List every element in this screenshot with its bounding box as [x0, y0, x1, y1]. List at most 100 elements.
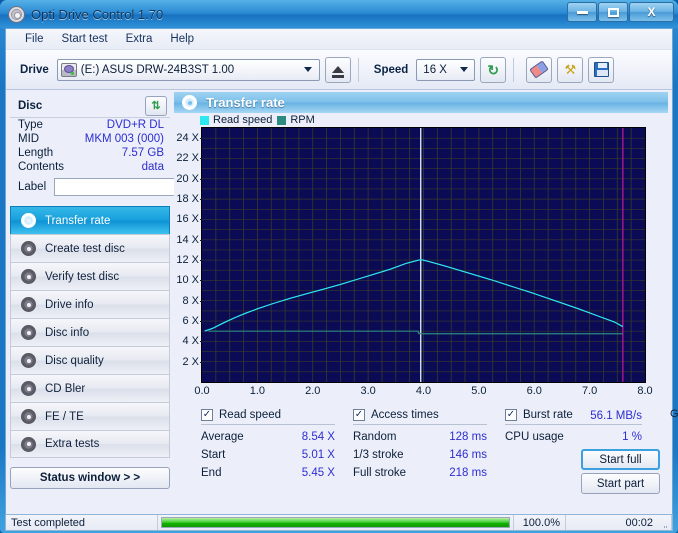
menu-item-help[interactable]: Help	[161, 31, 203, 47]
sidebar-item-verify-test-disc[interactable]: Verify test disc	[10, 262, 170, 290]
sidebar-item-label: FE / TE	[45, 410, 84, 423]
access-times-label: Access times	[370, 409, 439, 421]
x-axis-tick: 3.0	[360, 385, 376, 397]
end-key: End	[201, 467, 222, 479]
y-axis-tick: 6 X	[182, 315, 203, 328]
disc-row-mid: MID MKM 003 (000)	[10, 132, 170, 146]
y-axis-tick: 18 X	[176, 193, 203, 206]
title-bar: Opti Drive Control 1.70 X	[0, 0, 678, 28]
status-window-button[interactable]: Status window > >	[10, 467, 170, 489]
sidebar-item-drive-info[interactable]: Drive info	[10, 290, 170, 318]
disc-quality-icon	[21, 353, 36, 368]
read-speed-header: ✓ Read speed	[201, 409, 353, 424]
x-axis-tick: 1.0	[249, 385, 266, 397]
sidebar-item-disc-quality[interactable]: Disc quality	[10, 346, 170, 374]
stats-access-times: ✓ Access times Random 128 ms 1/3 stroke …	[352, 409, 505, 494]
disc-refresh-button[interactable]: ⇅	[145, 95, 167, 116]
divider	[504, 424, 642, 425]
drive-select[interactable]: (E:) ASUS DRW-24B3ST 1.00	[56, 58, 320, 81]
save-button[interactable]	[588, 56, 615, 83]
window-title: Opti Drive Control 1.70	[31, 6, 164, 22]
start-full-button[interactable]: Start full	[581, 449, 660, 470]
legend-swatch-rpm	[277, 115, 287, 125]
start-part-wrap: Start part	[505, 470, 660, 494]
menu-bar: File Start test Extra Help	[6, 29, 672, 50]
disc-type-value: DVD+R DL	[106, 119, 164, 131]
disc-type-key: Type	[18, 119, 43, 131]
content-area: Transfer rate Read speed RPM 2 X4 X 6 X …	[174, 90, 678, 520]
sidebar-item-label: Disc info	[45, 326, 90, 339]
stat-row-third-stroke: 1/3 stroke 146 ms	[353, 446, 505, 464]
speed-select[interactable]: 16 X	[416, 58, 476, 81]
sidebar-item-label: Extra tests	[45, 438, 100, 450]
x-axis-tick: 8.0	[637, 385, 653, 397]
tools-button[interactable]: ⚒	[557, 56, 584, 83]
menu-item-file[interactable]: File	[16, 31, 53, 47]
menu-item-start-test[interactable]: Start test	[53, 31, 117, 47]
maximize-button[interactable]	[598, 2, 628, 22]
x-axis-tick: 6.0	[526, 385, 542, 397]
legend-label-read-speed: Read speed	[213, 114, 273, 126]
minimize-button[interactable]	[567, 2, 597, 22]
disc-contents-key: Contents	[18, 161, 65, 173]
disc-row-label: Label	[10, 174, 264, 201]
start-part-button[interactable]: Start part	[581, 473, 660, 494]
divider	[201, 424, 335, 425]
menu-item-extra[interactable]: Extra	[117, 31, 162, 47]
burst-rate-value: 56.1 MB/s	[590, 410, 642, 422]
read-speed-checkbox[interactable]: ✓	[201, 409, 213, 421]
erase-button[interactable]	[526, 56, 553, 83]
disc-contents-value: data	[141, 161, 164, 173]
maximize-icon	[607, 7, 619, 17]
minimize-icon	[576, 10, 588, 14]
chevron-down-icon	[456, 60, 471, 80]
stats-panel: ✓ Read speed Average 8.54 X Start 5.01 X	[174, 405, 668, 494]
transfer-rate-icon	[182, 95, 197, 110]
progress-cell	[158, 515, 514, 530]
eject-button[interactable]	[324, 56, 351, 83]
toolbar: Drive (E:) ASUS DRW-24B3ST 1.00 Speed 16…	[6, 50, 672, 90]
save-icon	[593, 62, 609, 77]
stat-row-full-stroke: Full stroke 218 ms	[353, 464, 505, 482]
refresh-icon: ↻	[487, 61, 500, 78]
sidebar-item-transfer-rate[interactable]: Transfer rate	[10, 206, 170, 234]
burst-rate-checkbox[interactable]: ✓	[504, 409, 517, 421]
eject-icon	[331, 66, 344, 78]
refresh-button[interactable]: ↻	[480, 56, 507, 83]
verify-test-disc-icon	[21, 269, 36, 284]
sidebar-item-disc-info[interactable]: Disc info	[10, 318, 170, 346]
sidebar-item-label: Transfer rate	[45, 214, 111, 227]
x-axis-unit: GB	[670, 408, 678, 420]
close-button[interactable]: X	[629, 2, 674, 22]
chart-plot-wrapper: 2 X 4 X 6 X 8 X 10 X 12 X 14 X 16 X 18 X 20 X 22 X…	[174, 127, 678, 420]
sidebar-item-extra-tests[interactable]: Extra tests	[10, 430, 170, 458]
sidebar-item-cd-bler[interactable]: CD Bler	[10, 374, 170, 402]
cpu-usage-key: CPU usage	[504, 431, 564, 443]
progress-fill	[162, 518, 509, 527]
drive-icon	[60, 62, 77, 77]
stat-row-end: End 5.45 X	[201, 464, 353, 482]
random-key: Random	[352, 431, 397, 443]
y-axis-tick: 10 X	[176, 274, 203, 287]
nav-list: Transfer rate Create test disc Verify te…	[10, 206, 170, 458]
sidebar-item-create-test-disc[interactable]: Create test disc	[10, 234, 170, 262]
resize-grip-icon[interactable]	[658, 515, 672, 530]
sidebar-item-fe-te[interactable]: FE / TE	[10, 402, 170, 430]
sidebar-item-label: Drive info	[45, 298, 94, 311]
chart-plot[interactable]: 2 X 4 X 6 X 8 X 10 X 12 X 14 X 16 X 18 X 20 X 22 X…	[176, 127, 653, 397]
x-axis-tick: 7.0	[581, 385, 598, 397]
start-full-wrap: Start full	[505, 446, 660, 470]
access-times-checkbox[interactable]: ✓	[352, 409, 365, 421]
chart-legend: Read speed RPM	[174, 113, 668, 127]
third-stroke-key: 1/3 stroke	[352, 449, 404, 461]
disc-mid-key: MID	[18, 133, 40, 145]
average-key: Average	[201, 431, 244, 443]
y-axis-tick: 16 X	[176, 213, 203, 226]
disc-mid-value: MKM 003 (000)	[84, 133, 164, 145]
eraser-icon	[529, 60, 550, 79]
x-axis-tick: 0.0	[194, 385, 210, 397]
sidebar-item-label: Create test disc	[45, 242, 125, 255]
y-axis-tick: 2 X	[182, 355, 203, 368]
read-speed-label: Read speed	[219, 409, 282, 421]
chart-svg	[202, 128, 645, 382]
